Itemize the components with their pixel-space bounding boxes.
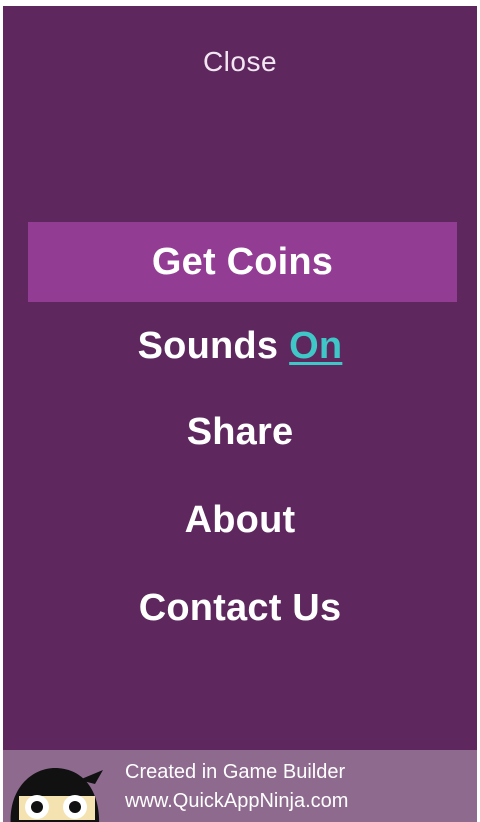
share-button[interactable]: Share (3, 388, 477, 476)
contact-us-button[interactable]: Contact Us (3, 564, 477, 652)
main-menu: Get Coins Sounds On Share About Contact … (3, 222, 477, 652)
footer-line-1: Created in Game Builder (125, 761, 346, 783)
footer-banner[interactable]: Created in Game Builder www.QuickAppNinj… (3, 750, 477, 822)
about-button[interactable]: About (3, 476, 477, 564)
close-button[interactable]: Close (3, 46, 477, 78)
ninja-icon (10, 768, 103, 822)
sounds-state[interactable]: On (289, 325, 342, 368)
sounds-label: Sounds (137, 324, 279, 367)
footer-line-2[interactable]: www.QuickAppNinja.com (125, 787, 348, 816)
sounds-toggle[interactable]: Sounds On (3, 304, 477, 388)
menu-screen: Close Get Coins Sounds On Share About Co… (3, 6, 477, 822)
get-coins-button[interactable]: Get Coins (28, 222, 457, 302)
footer-text: Created in Game Builder www.QuickAppNinj… (125, 758, 348, 816)
